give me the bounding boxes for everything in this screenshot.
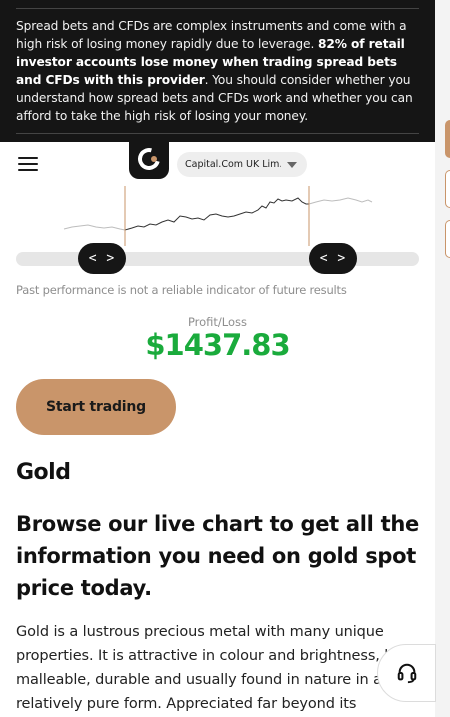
price-chart [16,186,419,246]
support-chat-button[interactable] [377,644,436,702]
chart-line-selected [124,197,309,231]
start-trading-button[interactable]: Start trading [16,379,176,435]
entity-selector[interactable]: Capital.Com UK Lim... [177,152,307,177]
side-tab-3[interactable] [445,220,450,258]
risk-warning-text: Spread bets and CFDs are complex instrum… [16,17,421,125]
risk-warning-banner: Spread bets and CFDs are complex instrum… [0,0,435,142]
profit-loss-label: Profit/Loss [187,315,248,329]
site-header: Capital.Com UK Lim... [0,139,435,186]
entity-selector-label: Capital.Com UK Lim... [185,159,281,170]
logo-dot [151,156,157,162]
range-slider-track[interactable] [16,252,419,266]
logo-c-mark [133,143,165,175]
page-subtitle: Browse our live chart to get all the inf… [16,512,419,600]
risk-divider-bottom [16,133,419,134]
right-gutter [435,0,450,717]
capital-com-logo[interactable] [129,139,169,179]
caret-down-icon [287,161,297,168]
headset-icon [397,663,416,684]
range-handle-right[interactable]: < > [309,243,357,274]
chart-line-right-out [308,197,373,205]
risk-divider-top [16,8,419,9]
description-paragraph: Gold is a lustrous precious metal with m… [16,624,428,712]
profit-loss-value: $1437.83 [145,328,290,362]
price-chart-svg [63,186,373,246]
side-tab-2[interactable] [445,170,450,208]
range-handle-left[interactable]: < > [78,243,126,274]
side-tab-1[interactable] [445,120,450,158]
past-performance-disclaimer: Past performance is not a reliable indic… [16,283,347,297]
hamburger-menu-icon[interactable] [18,157,38,171]
page: Spread bets and CFDs are complex instrum… [0,0,450,717]
chart-line-left-out [63,224,126,231]
page-title: Gold [16,460,71,485]
